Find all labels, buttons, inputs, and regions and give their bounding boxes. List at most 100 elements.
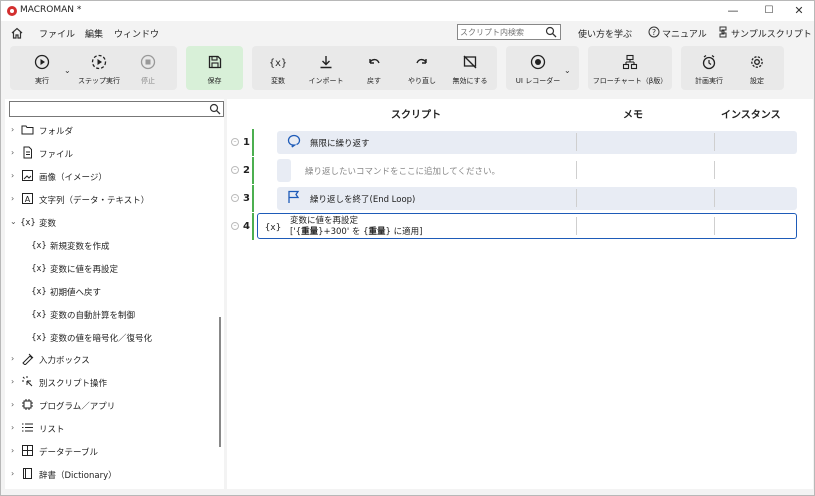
undo-button[interactable]: 戻す (352, 46, 396, 90)
row-command-params: ['{重量}+300' を {重量} に適用] (290, 227, 423, 237)
flag-icon (288, 190, 300, 203)
tree-item-reset-variable[interactable]: {x} 変数に値を再設定 (5, 257, 215, 279)
chevron-right-icon[interactable]: › (11, 446, 19, 456)
chevron-right-icon[interactable]: › (11, 148, 19, 158)
chevron-right-icon[interactable]: › (11, 125, 19, 135)
import-button[interactable]: インポート (304, 46, 348, 90)
variable-icon: {x} (31, 241, 46, 251)
step-run-label: ステップ実行 (78, 77, 120, 85)
column-header-memo: メモ (623, 110, 643, 121)
tree-scrollbar[interactable] (219, 317, 221, 447)
tree-item-dictionary[interactable]: › 辞書（Dictionary） (5, 463, 215, 485)
learn-link[interactable]: 使い方を学ぶ (578, 27, 632, 40)
script-row-3[interactable]: – 3 繰り返しを終了(End Loop) (227, 185, 813, 212)
script-row-1[interactable]: – 1 無限に繰り返す (227, 129, 813, 156)
tree-item-variable[interactable]: ⌄ {x} 変数 (5, 211, 215, 233)
tree-item-input-box[interactable]: › 入力ボックス (5, 348, 215, 370)
minimize-button[interactable]: — (718, 1, 748, 21)
flowchart-group: フローチャート（β版） (588, 46, 672, 90)
tree-item-program[interactable]: › プログラム／アプリ (5, 394, 215, 416)
collapse-toggle-icon[interactable]: – (231, 166, 239, 174)
column-divider (714, 133, 715, 151)
chevron-right-icon[interactable]: › (11, 171, 19, 181)
row-placeholder-text: 繰り返したいコマンドをここに追加してください。 (305, 167, 500, 177)
import-icon (320, 56, 332, 69)
ui-recorder-button[interactable]: UI レコーダー (510, 46, 566, 90)
row-indicator (252, 157, 254, 184)
chevron-down-icon[interactable]: ⌄ (10, 217, 18, 227)
close-button[interactable]: ✕ (784, 1, 814, 21)
stop-button[interactable]: 停止 (130, 46, 166, 90)
record-icon (530, 54, 546, 70)
settings-button[interactable]: 設定 (735, 46, 779, 90)
ui-recorder-dropdown-chevron-icon[interactable]: ⌄ (564, 66, 572, 75)
tree-item-create-variable[interactable]: {x} 新規変数を作成 (5, 234, 215, 256)
script-op-icon (22, 376, 33, 387)
chevron-right-icon[interactable]: › (11, 377, 19, 387)
home-icon[interactable] (10, 26, 24, 40)
tree-item-label: データテーブル (39, 448, 98, 458)
menu-edit[interactable]: 編集 (85, 27, 103, 40)
program-icon (22, 399, 33, 410)
flowchart-button[interactable]: フローチャート（β版） (588, 46, 672, 90)
collapse-toggle-icon[interactable]: – (231, 138, 239, 146)
tree-item-text[interactable]: › A 文字列（データ・テキスト） (5, 188, 215, 210)
tree-item-file[interactable]: › ファイル (5, 142, 215, 164)
tree-item-label: 変数に値を再設定 (50, 265, 119, 275)
schedule-label: 計画実行 (695, 77, 723, 85)
command-search-box[interactable] (9, 101, 224, 117)
script-row-2[interactable]: – 2 繰り返したいコマンドをここに追加してください。 (227, 157, 813, 184)
chevron-right-icon[interactable]: › (11, 194, 19, 204)
menu-window[interactable]: ウィンドウ (114, 27, 159, 40)
chevron-right-icon[interactable]: › (11, 469, 19, 479)
menu-file[interactable]: ファイル (39, 27, 75, 40)
collapse-toggle-icon[interactable]: – (231, 194, 239, 202)
text-icon: A (22, 193, 33, 204)
tree-item-initial-value[interactable]: {x} 初期値へ戻す (5, 280, 215, 302)
row-indicator (252, 129, 254, 156)
ui-recorder-group: UI レコーダー ⌄ (506, 46, 579, 90)
variable-icon: {x} (20, 218, 35, 228)
tree-item-label: 文字列（データ・テキスト） (39, 196, 150, 206)
chevron-right-icon[interactable]: › (11, 400, 19, 410)
maximize-button[interactable]: ☐ (754, 1, 784, 21)
search-icon[interactable] (545, 26, 557, 38)
tree-item-auto-calc[interactable]: {x} 変数の自動計算を制御 (5, 303, 215, 325)
sample-scripts-link[interactable]: サンプルスクリプト (731, 27, 812, 40)
variable-icon: {x} (265, 223, 281, 233)
tree-item-label: 入力ボックス (39, 356, 90, 366)
collapse-toggle-icon[interactable]: – (231, 222, 239, 230)
script-editor-panel: スクリプト メモ インスタンス – 1 無限に繰り返す – 2 繰り返したいコマ… (227, 99, 813, 489)
sample-script-icon (719, 26, 727, 38)
stop-label: 停止 (141, 77, 155, 85)
schedule-button[interactable]: 計画実行 (687, 46, 731, 90)
tree-item-list[interactable]: › リスト (5, 417, 215, 439)
manual-link[interactable]: マニュアル (662, 27, 707, 40)
save-button[interactable]: 保存 (186, 46, 243, 90)
chevron-right-icon[interactable]: › (11, 354, 19, 364)
search-icon[interactable] (209, 103, 221, 115)
disable-label: 無効にする (452, 77, 488, 85)
flowchart-label: フローチャート（β版） (592, 77, 668, 85)
tree-item-image[interactable]: › 画像（イメージ） (5, 165, 215, 187)
column-divider (576, 217, 577, 235)
disable-button[interactable]: 無効にする (446, 46, 494, 90)
window-title: MACROMAN * (20, 5, 82, 15)
import-label: インポート (308, 77, 344, 85)
tree-item-datatable[interactable]: › データテーブル (5, 440, 215, 462)
run-dropdown-chevron-icon[interactable]: ⌄ (64, 66, 72, 75)
step-run-button[interactable]: ステップ実行 (74, 46, 124, 90)
variable-button[interactable]: {x} 変数 (256, 46, 300, 90)
tree-item-label: 初期値へ戻す (50, 288, 102, 298)
redo-button[interactable]: やり直し (400, 46, 444, 90)
tree-item-label: フォルダ (39, 127, 74, 137)
tree-item-folder[interactable]: › フォルダ (5, 119, 215, 141)
tree-item-label: 変数の値を暗号化／復号化 (50, 334, 153, 344)
tree-item-script-op[interactable]: › 別スクリプト操作 (5, 371, 215, 393)
run-button[interactable]: 実行 (20, 46, 64, 90)
column-divider (576, 133, 577, 151)
script-row-4[interactable]: – 4 {x} 変数に値を再設定 ['{重量}+300' を {重量} に適用] (227, 213, 813, 240)
chevron-right-icon[interactable]: › (11, 423, 19, 433)
script-search-input[interactable] (460, 26, 542, 38)
tree-item-encrypt[interactable]: {x} 変数の値を暗号化／復号化 (5, 326, 215, 348)
